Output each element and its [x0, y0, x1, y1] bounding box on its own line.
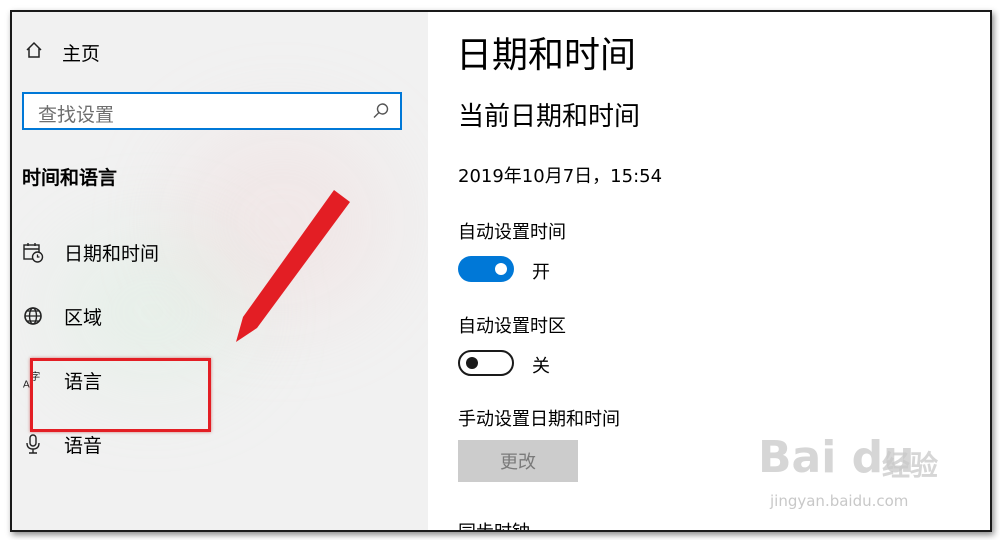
watermark-url: jingyan.baidu.com	[770, 492, 909, 510]
watermark: Bai du 经验 jingyan.baidu.com	[758, 432, 958, 522]
watermark-cn: 经验	[882, 449, 939, 482]
